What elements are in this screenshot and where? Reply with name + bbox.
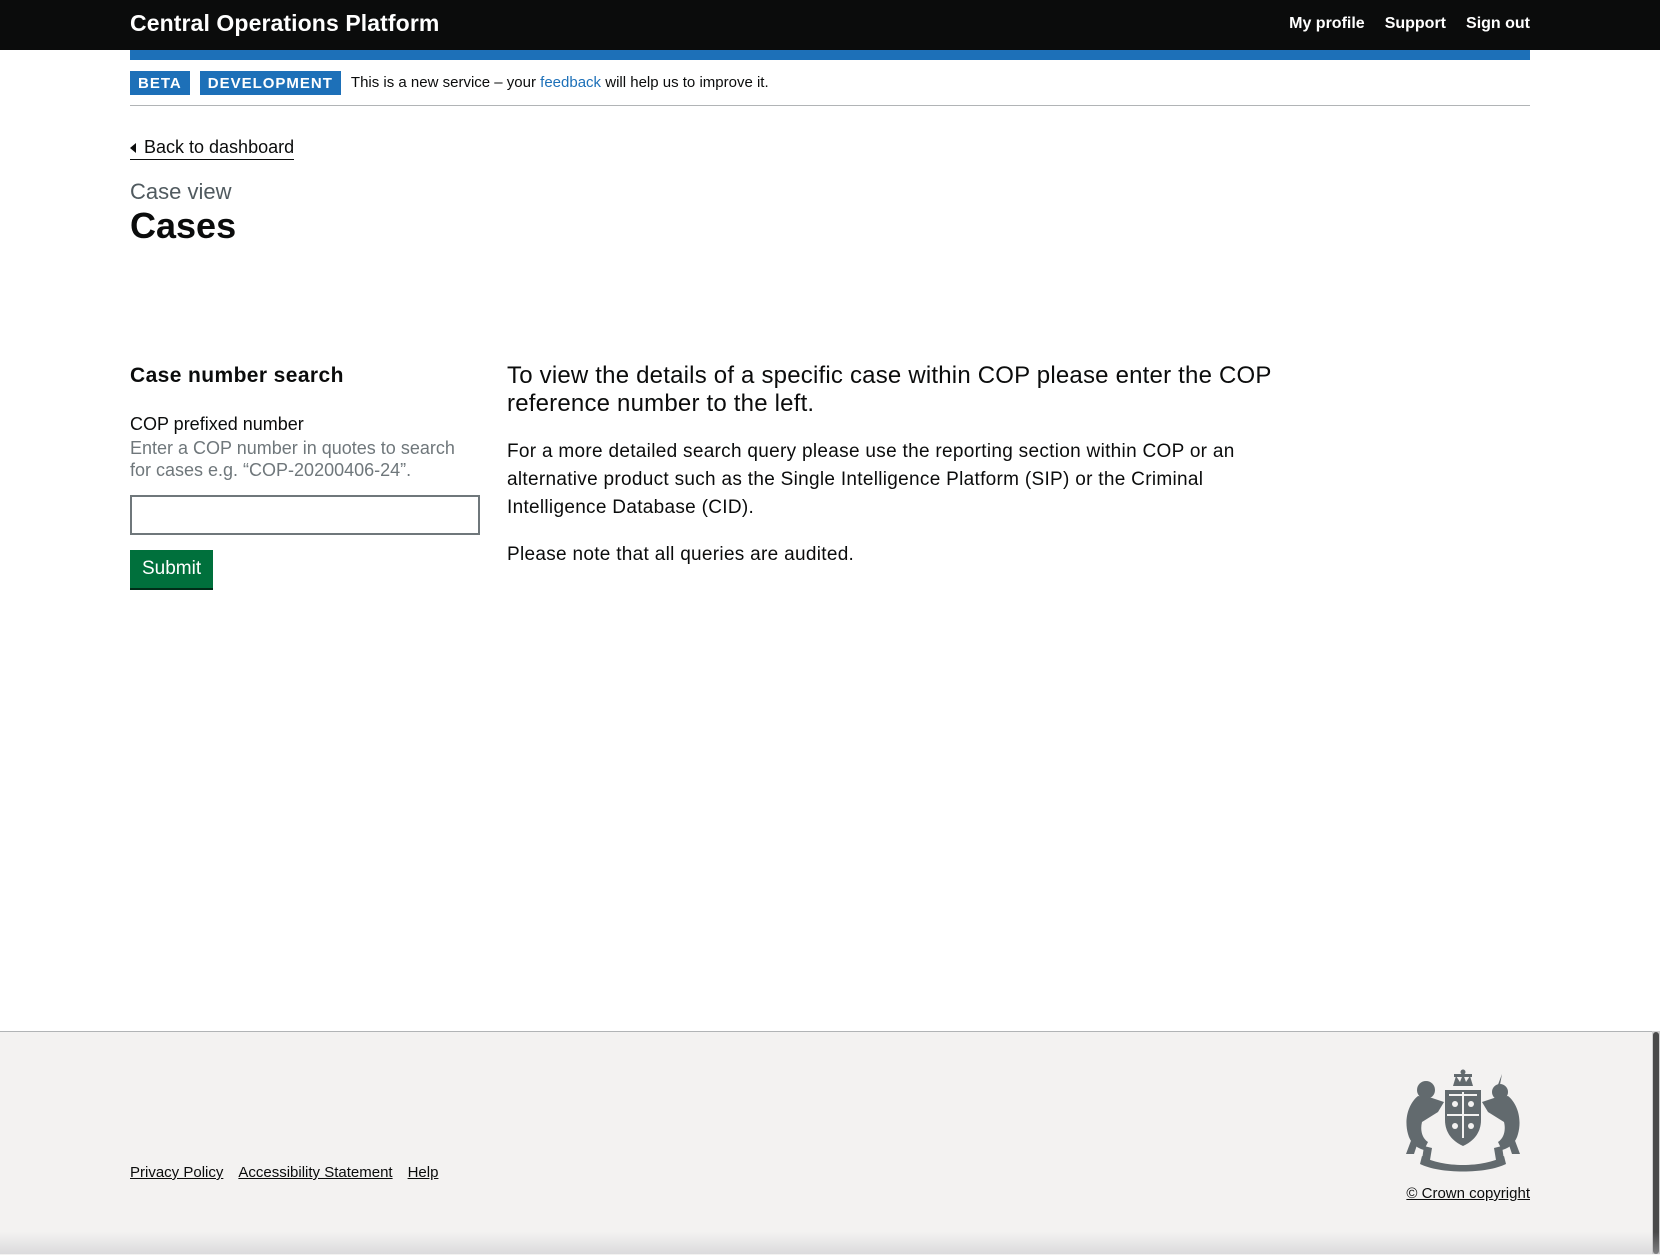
info-detail-text: For a more detailed search query please … <box>507 441 1235 518</box>
phase-banner: BETA DEVELOPMENT This is a new service –… <box>130 60 1530 106</box>
back-to-dashboard-link[interactable]: Back to dashboard <box>130 137 295 160</box>
cop-number-input[interactable] <box>130 495 480 535</box>
submit-button[interactable]: Submit <box>130 550 214 588</box>
sign-out-link[interactable]: Sign out <box>1466 15 1530 33</box>
my-profile-link[interactable]: My profile <box>1289 15 1365 33</box>
back-link-label: Back to dashboard <box>144 137 295 157</box>
beta-tag: BETA <box>130 70 190 95</box>
feedback-link[interactable]: feedback <box>540 74 601 91</box>
privacy-policy-link[interactable]: Privacy Policy <box>130 1164 223 1181</box>
support-link[interactable]: Support <box>1385 15 1446 33</box>
site-header: Central Operations Platform My profile S… <box>0 0 1660 50</box>
window-bottom-edge <box>0 1232 1660 1254</box>
case-search-form: Case number search COP prefixed number E… <box>130 364 480 588</box>
audit-note-text: Please note that all queries are audited… <box>507 544 855 565</box>
page-scrollbar-thumb[interactable] <box>1653 1032 1659 1254</box>
help-link[interactable]: Help <box>408 1164 439 1181</box>
site-footer: Privacy Policy Accessibility Statement H… <box>0 1031 1660 1255</box>
page-caption: Case view <box>130 179 232 204</box>
header-navigation: My profile Support Sign out <box>1289 15 1530 33</box>
phase-banner-text: This is a new service – your feedback wi… <box>351 74 769 91</box>
header-accent-bar <box>130 50 1530 60</box>
development-tag: DEVELOPMENT <box>199 70 341 95</box>
service-name-link[interactable]: Central Operations Platform <box>130 10 439 37</box>
accessibility-statement-link[interactable]: Accessibility Statement <box>238 1164 392 1181</box>
royal-coat-of-arms-icon <box>1406 1069 1520 1172</box>
search-info: To view the details of a specific case w… <box>507 362 1307 588</box>
cop-number-hint: Enter a COP number in quotes to search f… <box>130 438 455 480</box>
footer-links: Privacy Policy Accessibility Statement H… <box>130 1164 438 1181</box>
phase-text-after: will help us to improve it. <box>601 74 769 91</box>
page-title: Cases <box>130 205 237 246</box>
cop-number-label: COP prefixed number <box>130 414 304 434</box>
crown-copyright-link[interactable]: © Crown copyright <box>1406 1185 1530 1202</box>
info-lead-text: To view the details of a specific case w… <box>507 362 1272 417</box>
phase-text-before: This is a new service – your <box>350 74 541 91</box>
search-heading: Case number search <box>130 364 344 387</box>
back-arrow-icon <box>130 142 136 153</box>
